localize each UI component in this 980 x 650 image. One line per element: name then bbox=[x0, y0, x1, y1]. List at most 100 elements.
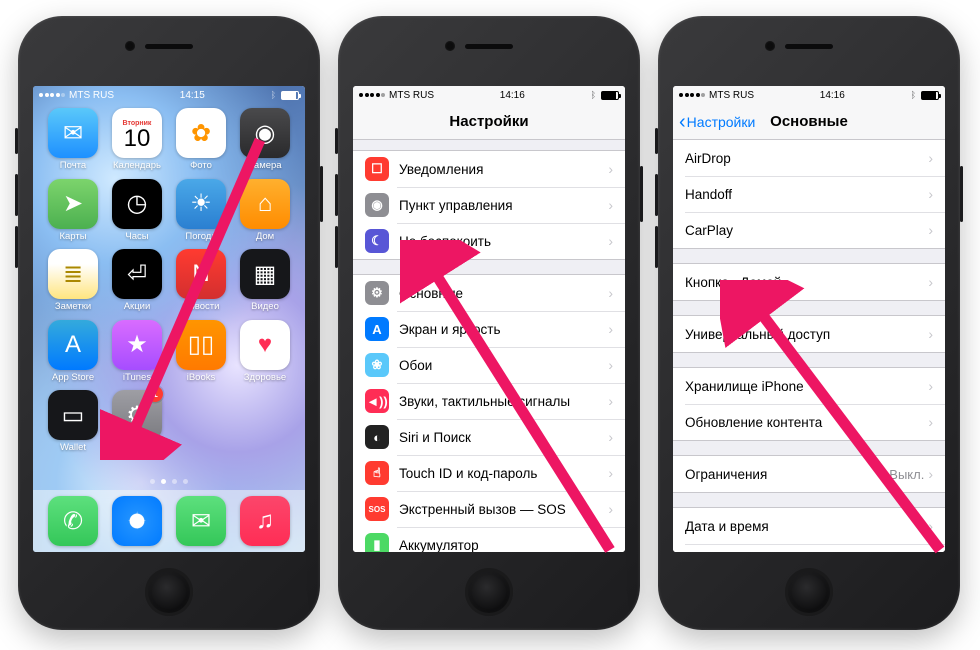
app-камера[interactable]: ◉ Камера bbox=[235, 108, 295, 171]
row-icon: ❀ bbox=[365, 353, 389, 377]
status-bar: MTS RUS 14:16 ᛒ bbox=[353, 86, 625, 104]
app-label: Погода bbox=[185, 232, 216, 242]
app-wallet[interactable]: ▭Wallet bbox=[43, 390, 103, 453]
app-новости[interactable]: NНовости bbox=[171, 249, 231, 312]
app-icon: Вторник10 bbox=[112, 108, 162, 158]
settings-row[interactable]: AЭкран и яркость› bbox=[353, 311, 625, 347]
home-button[interactable] bbox=[785, 568, 833, 616]
chevron-right-icon: › bbox=[928, 378, 933, 394]
app-icon: ≣ bbox=[48, 249, 98, 299]
settings-row[interactable]: SOSЭкстренный вызов — SOS› bbox=[353, 491, 625, 527]
row-icon: SOS bbox=[365, 497, 389, 521]
bluetooth-icon: ᛒ bbox=[271, 90, 276, 100]
chevron-right-icon: › bbox=[928, 222, 933, 238]
app-icon: N bbox=[176, 249, 226, 299]
settings-screen: MTS RUS 14:16 ᛒ Настройки ☐Уведомления›◉… bbox=[353, 86, 625, 552]
app-погода[interactable]: ☀︎Погода bbox=[171, 179, 231, 242]
home-button[interactable] bbox=[465, 568, 513, 616]
settings-row[interactable]: ❀ Обои› bbox=[353, 347, 625, 383]
general-row[interactable]: Универсальный доступ› bbox=[673, 316, 945, 352]
app-здоровье[interactable]: ♥Здоровье bbox=[235, 320, 295, 383]
app-label: Календарь bbox=[113, 161, 161, 171]
general-row[interactable]: Клавиатура› bbox=[673, 544, 945, 552]
settings-row[interactable]: ☐Уведомления› bbox=[353, 151, 625, 187]
app-дом[interactable]: ⌂Дом bbox=[235, 179, 295, 242]
settings-row[interactable]: ◉Пункт управления› bbox=[353, 187, 625, 223]
app-заметки[interactable]: ≣ Заметки bbox=[43, 249, 103, 312]
general-row[interactable]: Кнопка «Домой»› bbox=[673, 264, 945, 300]
settings-row[interactable]: ◄))Звуки, тактильные сигналы› bbox=[353, 383, 625, 419]
app-icon: ⌂ bbox=[240, 179, 290, 229]
general-row[interactable]: Хранилище iPhone› bbox=[673, 368, 945, 404]
settings-row[interactable]: ⚙︎Основные› bbox=[353, 275, 625, 311]
app-app store[interactable]: AApp Store bbox=[43, 320, 103, 383]
general-row[interactable]: Обновление контента› bbox=[673, 404, 945, 440]
status-bar: MTS RUS 14:16 ᛒ bbox=[673, 86, 945, 104]
app-label: Карты bbox=[59, 232, 86, 242]
dock-messages[interactable]: ✉︎ bbox=[176, 496, 226, 546]
app-label: Заметки bbox=[55, 302, 91, 312]
chevron-right-icon: › bbox=[608, 285, 613, 301]
settings-row[interactable]: ☾Не беспокоить› bbox=[353, 223, 625, 259]
row-label: Звуки, тактильные сигналы bbox=[399, 394, 608, 409]
row-label: Хранилище iPhone bbox=[685, 379, 928, 394]
row-label: Обои bbox=[399, 358, 608, 373]
chevron-right-icon: › bbox=[928, 274, 933, 290]
nav-title: Основные bbox=[770, 113, 848, 130]
signal-icon bbox=[39, 93, 65, 97]
general-row[interactable]: ОграниченияВыкл.› bbox=[673, 456, 945, 492]
general-row[interactable]: Handoff› bbox=[673, 176, 945, 212]
app-label: Камера bbox=[248, 161, 281, 171]
app-видео[interactable]: ▦Видео bbox=[235, 249, 295, 312]
app-акции[interactable]: ⏎Акции bbox=[107, 249, 167, 312]
signal-icon bbox=[359, 93, 385, 97]
chevron-right-icon: › bbox=[608, 465, 613, 481]
app-icon: ▯▯ bbox=[176, 320, 226, 370]
chevron-right-icon: › bbox=[608, 357, 613, 373]
nav-bar: Настройки bbox=[353, 104, 625, 140]
app-icon: A bbox=[48, 320, 98, 370]
app-фото[interactable]: ✿Фото bbox=[171, 108, 231, 171]
row-label: Touch ID и код-пароль bbox=[399, 466, 608, 481]
app-icon: ♥ bbox=[240, 320, 290, 370]
app-icon: ▦ bbox=[240, 249, 290, 299]
nav-back-button[interactable]: ‹ Настройки bbox=[679, 114, 755, 130]
row-icon: ☾ bbox=[365, 229, 389, 253]
settings-row[interactable]: ◐Siri и Поиск› bbox=[353, 419, 625, 455]
settings-row[interactable]: ▮Аккумулятор› bbox=[353, 527, 625, 552]
row-label: Универсальный доступ bbox=[685, 327, 928, 342]
app-ibooks[interactable]: ▯▯iBooks bbox=[171, 320, 231, 383]
bluetooth-icon: ᛒ bbox=[591, 90, 596, 100]
app-почта[interactable]: ✉︎Почта bbox=[43, 108, 103, 171]
app-настройки[interactable]: ⚙︎1Настройки bbox=[107, 390, 167, 453]
dock-phone[interactable]: ✆ bbox=[48, 496, 98, 546]
app-icon: ✉︎ bbox=[48, 108, 98, 158]
app-часы[interactable]: ◷Часы bbox=[107, 179, 167, 242]
row-label: Аккумулятор bbox=[399, 538, 608, 553]
nav-title: Настройки bbox=[449, 113, 528, 130]
general-row[interactable]: CarPlay› bbox=[673, 212, 945, 248]
general-row[interactable]: AirDrop› bbox=[673, 140, 945, 176]
app-icon: ◉ bbox=[240, 108, 290, 158]
general-row[interactable]: Дата и время› bbox=[673, 508, 945, 544]
app-календарь[interactable]: Вторник10 Календарь bbox=[107, 108, 167, 171]
app-icon: ⏎ bbox=[112, 249, 162, 299]
chevron-right-icon: › bbox=[928, 414, 933, 430]
battery-icon bbox=[921, 91, 939, 100]
chevron-right-icon: › bbox=[608, 501, 613, 517]
chevron-right-icon: › bbox=[608, 537, 613, 552]
carrier-label: MTS RUS bbox=[709, 90, 754, 101]
dock-music[interactable]: ♫ bbox=[240, 496, 290, 546]
app-icon: ➤ bbox=[48, 179, 98, 229]
nav-bar: ‹ Настройки Основные bbox=[673, 104, 945, 140]
app-карты[interactable]: ➤ Карты bbox=[43, 179, 103, 242]
app-label: Настройки bbox=[114, 443, 161, 453]
chevron-right-icon: › bbox=[608, 161, 613, 177]
battery-icon bbox=[281, 91, 299, 100]
home-button[interactable] bbox=[145, 568, 193, 616]
dock-safari[interactable]: ✦ bbox=[112, 496, 162, 546]
phone-home: MTS RUS 14:15 ᛒ ✉︎ПочтаВторник10Календар… bbox=[18, 16, 320, 630]
settings-row[interactable]: ☝︎Touch ID и код-пароль› bbox=[353, 455, 625, 491]
app-label: iTunes bbox=[123, 373, 151, 383]
app-itunes[interactable]: ★iTunes bbox=[107, 320, 167, 383]
